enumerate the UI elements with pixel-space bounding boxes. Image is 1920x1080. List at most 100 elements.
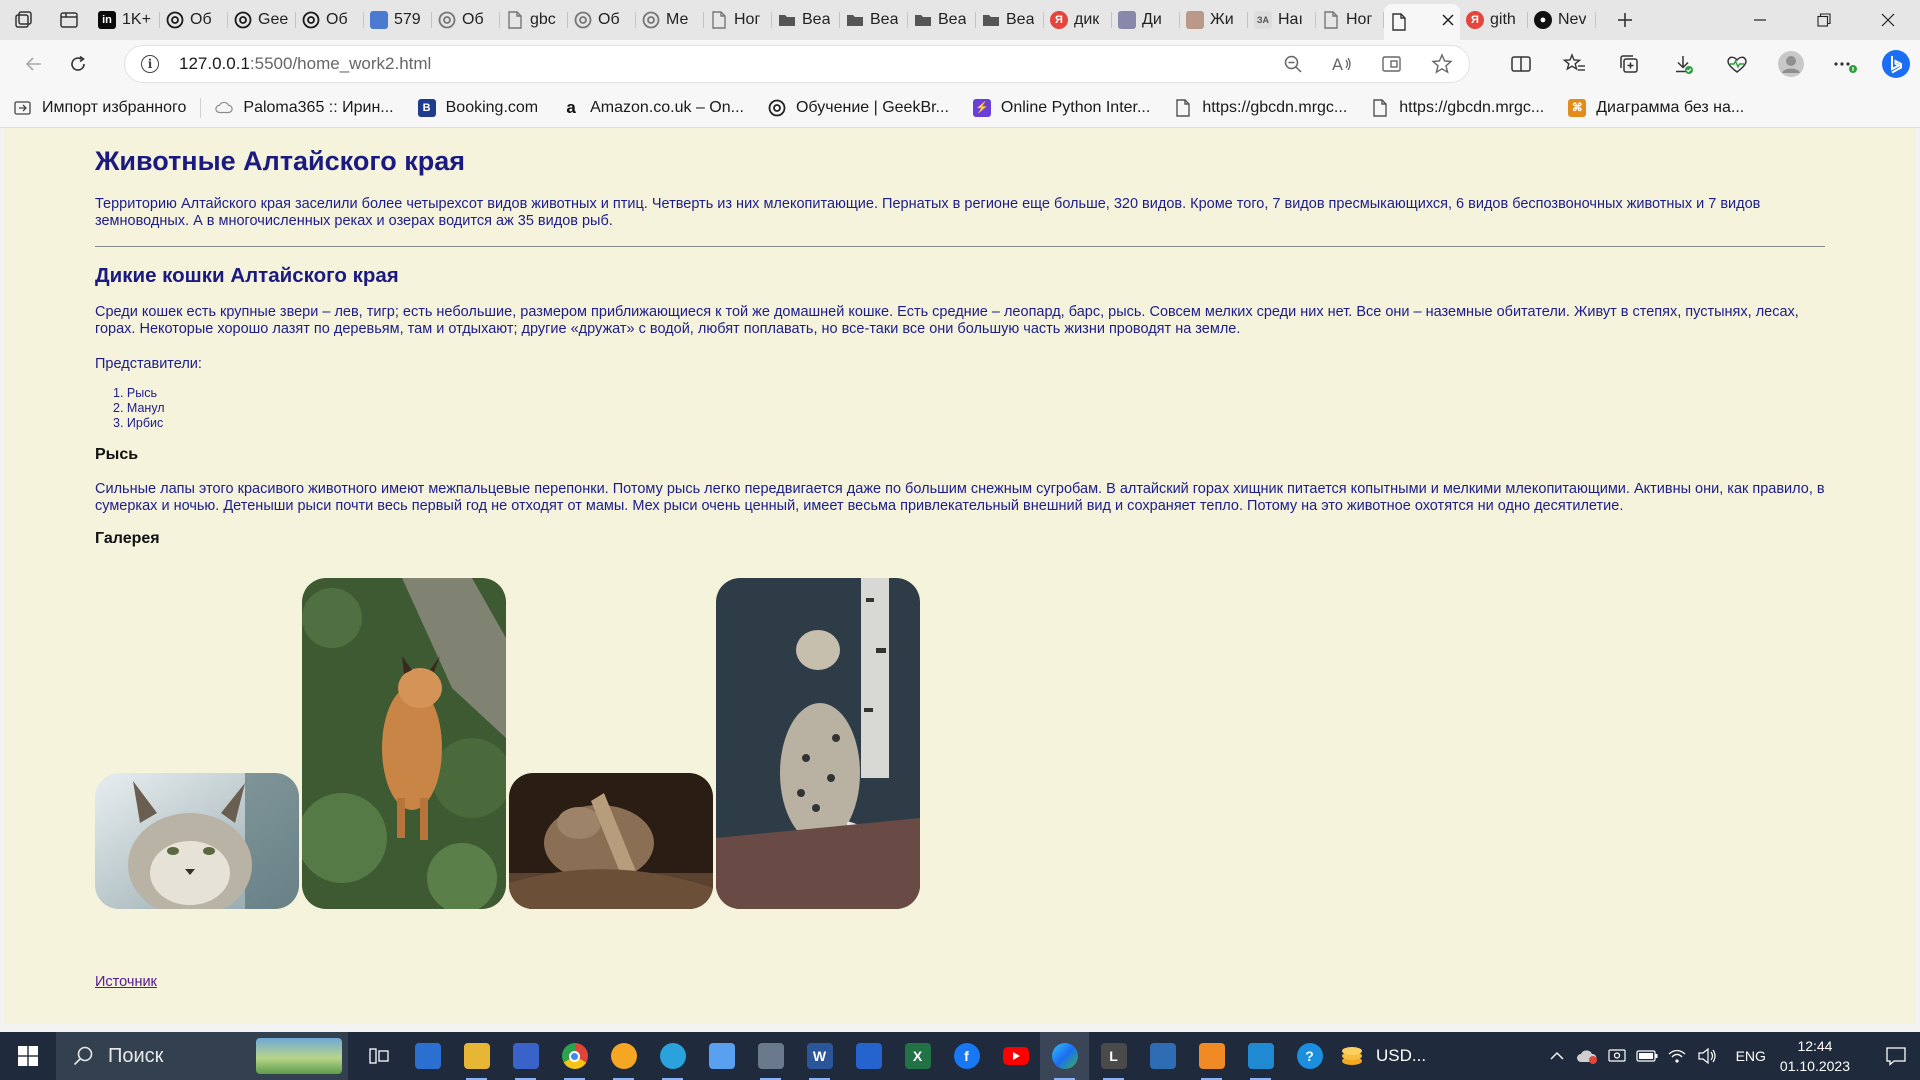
calculator-taskbar-button[interactable] bbox=[746, 1032, 795, 1080]
collections-button[interactable] bbox=[1602, 40, 1656, 88]
vscode-taskbar-button[interactable] bbox=[1236, 1032, 1285, 1080]
tab[interactable]: Жи bbox=[1180, 4, 1248, 36]
favorites-button[interactable] bbox=[1548, 40, 1602, 88]
active-tab[interactable] bbox=[1384, 4, 1460, 40]
clock[interactable]: 12:44 01.10.2023 bbox=[1780, 1036, 1850, 1076]
start-button[interactable] bbox=[0, 1032, 56, 1080]
tab[interactable]: ● Nev bbox=[1528, 4, 1596, 36]
tab[interactable]: Ног bbox=[1316, 4, 1384, 36]
taskbar-search[interactable]: Поиск bbox=[56, 1032, 348, 1080]
language-indicator[interactable]: ENG bbox=[1736, 1048, 1766, 1064]
tab[interactable]: Об bbox=[568, 4, 636, 36]
usd-widget[interactable]: USD... bbox=[1340, 1045, 1426, 1067]
favorite-item[interactable]: Импорт избранного bbox=[14, 99, 186, 117]
reload-button[interactable] bbox=[56, 44, 100, 84]
network-tray-icon[interactable] bbox=[1602, 1032, 1632, 1080]
chrome-taskbar-button[interactable] bbox=[550, 1032, 599, 1080]
representatives-label: Представители: bbox=[95, 356, 202, 372]
edge-taskbar-button[interactable] bbox=[1040, 1032, 1089, 1080]
site-info-icon[interactable]: i bbox=[141, 55, 159, 73]
favorite-item[interactable]: Обучение | GeekBr... bbox=[768, 99, 949, 117]
url-text[interactable]: 127.0.0.1:5500/home_work2.html bbox=[179, 54, 431, 74]
tab[interactable]: Ди bbox=[1112, 4, 1180, 36]
reload-icon bbox=[71, 55, 85, 71]
app-available-icon[interactable] bbox=[1381, 54, 1403, 74]
favorite-item[interactable]: Paloma365 :: Ирин... bbox=[215, 99, 394, 117]
settings-more-button[interactable] bbox=[1818, 40, 1872, 88]
tab-actions-button[interactable] bbox=[46, 0, 92, 40]
tab[interactable]: Веа bbox=[976, 4, 1044, 36]
copilot-button[interactable] bbox=[1872, 40, 1920, 88]
workspaces-icon bbox=[15, 11, 32, 28]
favorite-item[interactable]: https://gbcdn.mrgc... bbox=[1174, 99, 1347, 117]
tab[interactable]: Яgith bbox=[1460, 4, 1528, 36]
favorite-item[interactable]: ⚡ Online Python Inter... bbox=[972, 98, 1150, 117]
favorite-item[interactable]: B Booking.com bbox=[417, 98, 539, 117]
profile-button[interactable] bbox=[1764, 40, 1818, 88]
task-view-taskbar-button[interactable] bbox=[354, 1032, 403, 1080]
favorite-item[interactable]: ⌘ Диаграмма без на... bbox=[1568, 98, 1744, 117]
favorite-label: Booking.com bbox=[445, 98, 539, 116]
tab[interactable]: Веа bbox=[772, 4, 840, 36]
excel-taskbar-button[interactable]: X bbox=[893, 1032, 942, 1080]
representatives-list: 1. Рысь 2. Манул 3. Ирбис bbox=[113, 386, 165, 431]
workspaces-button[interactable] bbox=[0, 0, 46, 40]
tab[interactable]: Об bbox=[296, 4, 364, 36]
help-taskbar-button[interactable]: ? bbox=[1285, 1032, 1334, 1080]
tab[interactable]: Веа bbox=[908, 4, 976, 36]
tab[interactable]: Об bbox=[432, 4, 500, 36]
telegram-taskbar-button[interactable] bbox=[648, 1032, 697, 1080]
browser-toolbar: i 127.0.0.1:5500/home_work2.html A bbox=[0, 40, 1920, 88]
favorite-star-icon[interactable] bbox=[1431, 53, 1453, 75]
todo-taskbar-button[interactable] bbox=[844, 1032, 893, 1080]
battery-icon[interactable] bbox=[1632, 1032, 1662, 1080]
favorite-item[interactable]: a Amazon.co.uk – On... bbox=[562, 98, 744, 117]
chevron-up-icon[interactable] bbox=[1542, 1032, 1572, 1080]
tab[interactable]: Gee bbox=[228, 4, 296, 36]
notifications-button[interactable] bbox=[1872, 1032, 1920, 1080]
tab[interactable]: in 1K+ bbox=[92, 4, 160, 36]
tab[interactable]: 579 bbox=[364, 4, 432, 36]
notification-icon bbox=[1886, 1047, 1906, 1066]
tab-close-icon[interactable] bbox=[1442, 13, 1454, 31]
zoom-out-icon[interactable] bbox=[1283, 54, 1303, 74]
tab[interactable]: Ног bbox=[704, 4, 772, 36]
tabs-list: in 1K+ Об Gee Об 579 Об gbc Об Ме Ног Веа Веа Веа Веа Я… bbox=[92, 0, 1596, 40]
news-app-taskbar-button[interactable] bbox=[403, 1032, 452, 1080]
downloads-button[interactable] bbox=[1656, 40, 1710, 88]
tab[interactable]: Об bbox=[160, 4, 228, 36]
facebook-taskbar-button[interactable]: f bbox=[942, 1032, 991, 1080]
browser-essentials-button[interactable] bbox=[1710, 40, 1764, 88]
tab[interactable]: gbc bbox=[500, 4, 568, 36]
tab[interactable]: Веа bbox=[840, 4, 908, 36]
close-window-button[interactable] bbox=[1856, 0, 1920, 40]
restore-button[interactable] bbox=[1792, 0, 1856, 40]
wifi-icon[interactable] bbox=[1662, 1032, 1692, 1080]
split-screen-button[interactable] bbox=[1494, 40, 1548, 88]
l-app-taskbar-button[interactable]: L bbox=[1089, 1032, 1138, 1080]
facebook-icon: f bbox=[953, 1043, 980, 1069]
tab[interactable]: Ме bbox=[636, 4, 704, 36]
virtualbox-icon bbox=[1149, 1043, 1176, 1069]
youtube-taskbar-button[interactable] bbox=[991, 1032, 1040, 1080]
network-app-taskbar-button[interactable] bbox=[501, 1032, 550, 1080]
minimize-button[interactable] bbox=[1728, 0, 1792, 40]
read-aloud-icon[interactable]: A bbox=[1331, 54, 1353, 74]
onedrive-icon[interactable] bbox=[1572, 1032, 1602, 1080]
word-taskbar-button[interactable]: W bbox=[795, 1032, 844, 1080]
yandex-browser-taskbar-button[interactable] bbox=[599, 1032, 648, 1080]
favorite-item[interactable]: https://gbcdn.mrgc... bbox=[1371, 99, 1544, 117]
git-app-taskbar-button[interactable] bbox=[697, 1032, 746, 1080]
file-explorer-taskbar-button[interactable] bbox=[452, 1032, 501, 1080]
tab-title: Об bbox=[462, 11, 484, 28]
tab[interactable]: Ядик bbox=[1044, 4, 1112, 36]
tab[interactable]: ЗА Наı bbox=[1248, 4, 1316, 36]
import-icon bbox=[14, 99, 32, 117]
new-tab-button[interactable] bbox=[1602, 0, 1648, 40]
back-button[interactable] bbox=[12, 44, 56, 84]
sublime-taskbar-button[interactable] bbox=[1187, 1032, 1236, 1080]
virtualbox-taskbar-button[interactable] bbox=[1138, 1032, 1187, 1080]
volume-icon[interactable] bbox=[1692, 1032, 1722, 1080]
source-link[interactable]: Источник bbox=[95, 974, 157, 990]
address-bar[interactable]: i 127.0.0.1:5500/home_work2.html A bbox=[124, 45, 1470, 83]
